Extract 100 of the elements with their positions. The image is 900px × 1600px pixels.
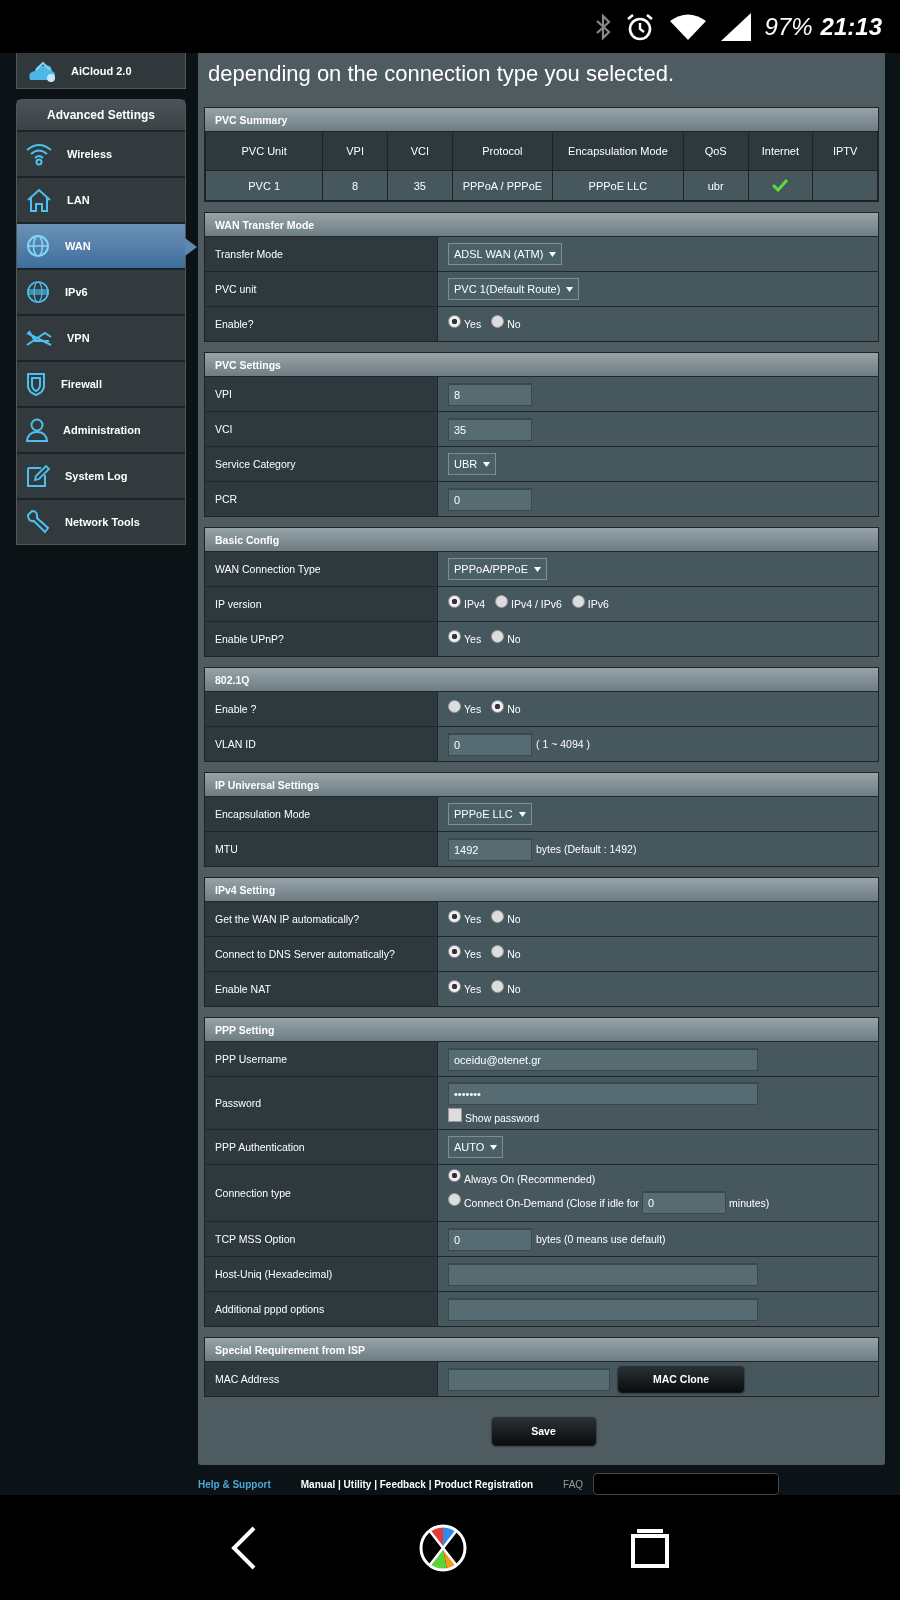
save-button[interactable]: Save	[491, 1417, 596, 1445]
sidebar-item[interactable]: VPN	[17, 314, 185, 360]
radio-button[interactable]	[448, 979, 461, 993]
mac-clone-button[interactable]: MAC Clone	[618, 1366, 744, 1392]
intro-text: depending on the connection type you selected.	[207, 60, 676, 88]
dropdown[interactable]: ADSL WAN (ATM)	[448, 243, 563, 265]
user-icon	[25, 417, 49, 443]
radio-button[interactable]	[495, 594, 508, 608]
recent-apps-icon[interactable]	[629, 1527, 670, 1568]
sidebar-item[interactable]: Wireless	[17, 130, 185, 176]
input-field[interactable]: 0	[448, 487, 532, 511]
radio-button[interactable]	[491, 944, 505, 958]
field-label: Enable?	[215, 318, 254, 330]
column-header: VCI	[387, 131, 453, 171]
input-field[interactable]	[448, 1262, 758, 1286]
house-icon	[25, 187, 53, 213]
caret-icon	[566, 286, 574, 292]
input-field[interactable]	[448, 1297, 758, 1321]
radio-label: Yes	[464, 703, 482, 715]
dropdown[interactable]: UBR	[448, 453, 497, 475]
column-header: Internet	[748, 131, 813, 171]
radio-button[interactable]	[491, 699, 505, 713]
clock-time: 21:13	[820, 12, 882, 41]
dropdown[interactable]: PPPoE LLC	[448, 803, 532, 825]
hint-text: bytes (Default : 1492)	[536, 843, 637, 855]
back-icon[interactable]	[230, 1525, 257, 1570]
column-header: IPTV	[812, 131, 878, 171]
password-field[interactable]: •••••••	[448, 1081, 758, 1105]
field-label: Encapsulation Mode	[215, 808, 311, 820]
input-field[interactable]: 0	[642, 1191, 727, 1214]
radio-label: Yes	[464, 948, 482, 960]
table-cell: ubr	[683, 170, 748, 201]
radio-button[interactable]	[448, 1169, 461, 1182]
field-label: Transfer Mode	[215, 248, 283, 260]
field-label: VLAN ID	[215, 738, 256, 750]
radio-button[interactable]	[491, 314, 505, 328]
radio-label: Yes	[464, 913, 482, 925]
radio-label: No	[507, 633, 521, 645]
sidebar-item[interactable]: Firewall	[17, 360, 185, 406]
checkbox[interactable]	[448, 1107, 462, 1122]
field-label: Connect to DNS Server automatically?	[215, 948, 395, 960]
input-field[interactable]: 35	[448, 417, 532, 441]
field-label: Enable NAT	[215, 983, 271, 995]
bluetooth-icon	[594, 13, 611, 40]
sidebar-item[interactable]: Administration	[17, 406, 185, 452]
field-label: TCP MSS Option	[215, 1233, 296, 1245]
radio-label: No	[507, 318, 521, 330]
section-header: IPv4 Setting	[205, 878, 878, 901]
faq-label: FAQ	[563, 1478, 584, 1490]
sidebar-item[interactable]: LAN	[17, 176, 185, 222]
ipv6-globe-icon	[25, 279, 51, 305]
radio-label: IPv4 / IPv6	[511, 598, 562, 610]
radio-button[interactable]	[448, 629, 461, 643]
radio-button[interactable]	[448, 944, 461, 958]
column-header: QoS	[683, 131, 748, 171]
footer-links[interactable]: Manual | Utility | Feedback | Product Registration	[300, 1478, 534, 1490]
radio-button[interactable]	[448, 699, 461, 713]
field-label: IP version	[215, 598, 262, 610]
wrench-icon	[25, 509, 51, 535]
table-cell: PPPoE LLC	[552, 170, 684, 201]
dropdown[interactable]: PVC 1(Default Route)	[448, 278, 580, 300]
radio-label: IPv6	[587, 598, 609, 610]
input-field[interactable]	[448, 1367, 610, 1391]
section-header: WAN Transfer Mode	[205, 213, 878, 236]
radio-label: Always On (Recommended)	[464, 1172, 596, 1185]
table-cell: 35	[387, 170, 453, 201]
sidebar-item[interactable]: IPv6	[17, 268, 185, 314]
field-label: VCI	[215, 423, 233, 435]
radio-button[interactable]	[448, 314, 461, 328]
field-label: PPP Authentication	[215, 1141, 305, 1153]
radio-button[interactable]	[448, 909, 461, 923]
caret-icon	[534, 566, 541, 572]
section-header: Basic Config	[205, 528, 878, 551]
input-field[interactable]: 1492	[448, 837, 532, 861]
sidebar-item[interactable]: System Log	[17, 452, 185, 498]
aicloud-menu-item[interactable]: AiCloud 2.0	[16, 53, 186, 89]
field-label: Password	[215, 1097, 262, 1109]
radio-button[interactable]	[571, 594, 585, 608]
hint-text: bytes (0 means use default)	[536, 1233, 666, 1245]
dropdown[interactable]: AUTO	[448, 1136, 504, 1158]
wifi-icon	[25, 142, 53, 166]
input-field[interactable]: 0	[448, 732, 532, 756]
table-cell: PPPoA / PPPoE	[452, 170, 553, 201]
dropdown[interactable]: PPPoA/PPPoE	[448, 558, 547, 580]
faq-search-field[interactable]	[593, 1473, 780, 1495]
input-field[interactable]: oceidu@otenet.gr	[448, 1047, 758, 1071]
radio-label: Yes	[464, 983, 482, 995]
radio-button[interactable]	[491, 909, 505, 923]
sidebar-item[interactable]: Network Tools	[17, 498, 185, 544]
shield-icon	[25, 371, 47, 397]
column-header: Encapsulation Mode	[552, 131, 684, 171]
radio-button[interactable]	[448, 1193, 461, 1206]
globe-icon	[25, 233, 51, 259]
radio-button[interactable]	[448, 594, 461, 608]
input-field[interactable]: 8	[448, 382, 532, 406]
field-label: VPI	[215, 388, 232, 400]
input-field[interactable]: 0	[448, 1227, 532, 1251]
radio-button[interactable]	[491, 979, 505, 993]
radio-button[interactable]	[491, 629, 505, 643]
help-support-link[interactable]: Help & Support	[198, 1478, 271, 1490]
